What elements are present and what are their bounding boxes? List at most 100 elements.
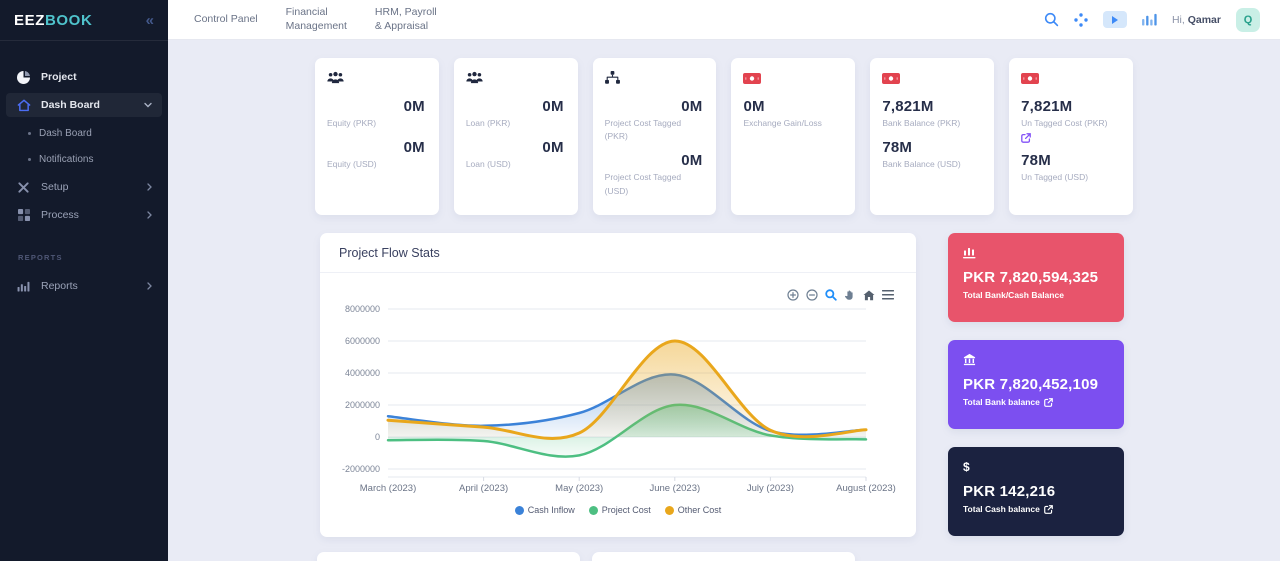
external-link-icon[interactable] (1021, 133, 1031, 143)
stat-label: Bank Balance (PKR) (882, 117, 982, 130)
stat-cards-row: 0M Equity (PKR) 0M Equity (USD) 0M Loan … (315, 58, 1133, 215)
topbar-right: Hi, Qamar Q (1044, 8, 1280, 32)
sidebar-item-label: Setup (41, 181, 68, 193)
stat-label: Equity (PKR) (327, 117, 427, 130)
stat-value: 7,821M (882, 98, 982, 115)
x-tick-label: June (2023) (649, 483, 700, 494)
stat-card-exchange: 0M Exchange Gain/Loss (731, 58, 855, 215)
move-icon[interactable] (1074, 13, 1088, 27)
y-tick-label: 8000000 (345, 304, 380, 314)
summary-value: PKR 7,820,594,325 (963, 269, 1109, 286)
summary-value: PKR 7,820,452,109 (963, 376, 1109, 393)
sidebar-item-label: Dash Board (41, 99, 100, 111)
y-tick-label: 2000000 (345, 400, 380, 410)
chevron-right-icon (147, 211, 152, 219)
external-link-icon[interactable] (1044, 505, 1053, 514)
chevron-right-icon (147, 183, 152, 191)
summary-label: Total Bank balance (963, 397, 1109, 407)
nav-label: HRM, Payroll (375, 6, 437, 20)
chart-area[interactable]: 80000006000000400000020000000-2000000Mar… (332, 291, 904, 507)
bullet-dot (28, 132, 31, 135)
grid-icon (16, 209, 31, 221)
nav-control-panel[interactable]: Control Panel (194, 13, 258, 27)
sidebar-item-process[interactable]: Process (6, 203, 162, 227)
stat-row: 0M Project Cost Tagged (PKR) (605, 98, 705, 143)
total-cash-balance-card: $ PKR 142,216 Total Cash balance (948, 447, 1124, 536)
legend-dot (589, 506, 598, 515)
total-bank-cash-card: PKR 7,820,594,325 Total Bank/Cash Balanc… (948, 233, 1124, 322)
logo-text-primary: EEZ (14, 12, 45, 29)
sidebar-item-setup[interactable]: Setup (6, 175, 162, 199)
stat-value: 0M (466, 139, 566, 156)
stat-label: Loan (PKR) (466, 117, 566, 130)
summary-value: PKR 142,216 (963, 483, 1109, 500)
chart-title: Project Flow Stats (320, 233, 916, 273)
sidebar-subitem-dashboard[interactable]: Dash Board (6, 121, 162, 145)
user-greeting[interactable]: Hi, Qamar (1172, 14, 1221, 26)
stat-row: 7,821M Bank Balance (PKR) (882, 98, 982, 130)
sidebar-subitem-notifications[interactable]: Notifications (6, 147, 162, 171)
y-tick-label: -2000000 (342, 464, 380, 474)
nav-financial-management[interactable]: Financial Management (286, 6, 347, 33)
logo-text-secondary: BOOK (45, 12, 92, 29)
stat-row: 0M Loan (USD) (466, 139, 566, 171)
money-icon (743, 71, 843, 86)
sidebar: EEZBOOK « Project Dash Board Dash Board (0, 0, 168, 561)
nav-label: & Appraisal (375, 20, 437, 34)
x-tick-label: July (2023) (747, 483, 794, 494)
stats-icon[interactable] (1142, 13, 1157, 26)
y-tick-label: 6000000 (345, 336, 380, 346)
sidebar-item-project[interactable]: Project (6, 65, 162, 89)
stat-row: 0M Equity (USD) (327, 139, 427, 171)
app-logo[interactable]: EEZBOOK (14, 12, 92, 29)
sidebar-item-label: Project (41, 71, 77, 83)
stat-row: 78M Bank Balance (USD) (882, 139, 982, 171)
legend-label: Other Cost (678, 505, 722, 515)
stat-label: Un Tagged Cost (PKR) (1021, 117, 1121, 130)
y-tick-label: 4000000 (345, 368, 380, 378)
play-button[interactable] (1103, 11, 1127, 28)
legend-item[interactable]: Other Cost (665, 505, 722, 515)
sidebar-subitem-label: Notifications (39, 154, 93, 165)
stat-value: 0M (466, 98, 566, 115)
stat-row: 7,821M Un Tagged Cost (PKR) (1021, 98, 1121, 148)
nav-label: Financial (286, 6, 347, 20)
stat-value: 0M (605, 152, 705, 169)
stat-row: 0M Loan (PKR) (466, 98, 566, 130)
sidebar-subitem-label: Dash Board (39, 128, 92, 139)
external-link-icon[interactable] (1044, 398, 1053, 407)
stat-value: 78M (882, 139, 982, 156)
nav-label: Control Panel (194, 13, 258, 27)
tools-icon (16, 181, 31, 194)
sidebar-header: EEZBOOK « (0, 0, 168, 41)
legend-item[interactable]: Cash Inflow (515, 505, 575, 515)
home-icon (16, 99, 31, 112)
legend-item[interactable]: Project Cost (589, 505, 651, 515)
stat-label: Project Cost Tagged (PKR) (605, 117, 705, 143)
nav-label: Management (286, 20, 347, 34)
sidebar-collapse-icon[interactable]: « (146, 12, 154, 29)
greeting-prefix: Hi, (1172, 14, 1185, 26)
summary-label-text: Total Bank/Cash Balance (963, 290, 1064, 300)
stat-value: 0M (605, 98, 705, 115)
legend-label: Project Cost (602, 505, 651, 515)
sitemap-icon (605, 71, 705, 86)
money-icon (882, 71, 982, 86)
stat-value: 78M (1021, 152, 1121, 169)
sidebar-item-label: Process (41, 209, 79, 221)
sidebar-item-dashboard[interactable]: Dash Board (6, 93, 162, 117)
stat-card-project-cost-tagged: 0M Project Cost Tagged (PKR) 0M Project … (593, 58, 717, 215)
x-tick-label: March (2023) (360, 483, 417, 494)
x-tick-label: August (2023) (836, 483, 896, 494)
search-icon[interactable] (1044, 12, 1059, 27)
project-flow-stats-card: Project Flow Stats 8000000 6000000 4000000… (320, 233, 916, 537)
nav-hrm-payroll[interactable]: HRM, Payroll & Appraisal (375, 6, 437, 33)
stat-value: 7,821M (1021, 98, 1121, 115)
bank-icon (963, 353, 1109, 367)
play-icon (1112, 16, 1118, 24)
avatar[interactable]: Q (1236, 8, 1260, 32)
stat-value: 0M (327, 98, 427, 115)
stat-label: Equity (USD) (327, 158, 427, 171)
sidebar-item-reports[interactable]: Reports (6, 274, 162, 298)
x-tick-label: April (2023) (459, 483, 508, 494)
